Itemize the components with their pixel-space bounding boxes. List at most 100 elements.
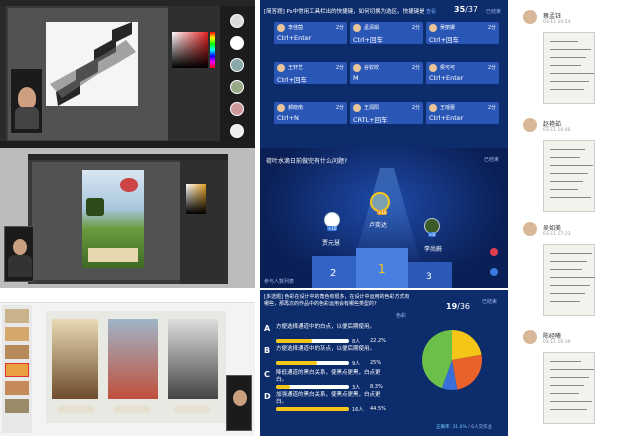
option-bar-fill [276, 361, 318, 365]
winner-first-name: 卢奕达 [369, 222, 388, 229]
homework-photo[interactable] [543, 140, 595, 212]
student-avatar [429, 64, 437, 72]
homework-photo[interactable] [543, 352, 595, 424]
answer-card[interactable]: 吴丽娜 2分 Ctrl+回车 [426, 22, 499, 44]
option-bar-fill [276, 407, 350, 411]
answer-card[interactable]: 侯可可 2分 Ctrl+Enter [426, 62, 499, 84]
option-letter: B [264, 346, 271, 355]
student-answer: Ctrl+回车 [429, 36, 460, 44]
status-ended: 已结束 [482, 299, 498, 305]
student-avatar [353, 104, 361, 112]
counter-done: 19 [446, 302, 458, 311]
student-points: 2分 [335, 105, 344, 111]
student-answer: Ctrl+Enter [429, 114, 464, 122]
submission-list: 蔡孟钰 03-11 20:54 赵艳茹 03-11 16:40 吴如美 03-11 17:… [515, 0, 640, 436]
winner-second-name: 贾元慧 [322, 240, 341, 247]
submission-item[interactable]: 蔡孟钰 03-11 20:54 [515, 10, 640, 114]
student-points: 2分 [411, 25, 420, 31]
avatar [523, 222, 537, 236]
student-name: 谷钦姣 [364, 65, 380, 71]
answer-card[interactable]: 王润阳 2分 CRTL+回车 [350, 102, 423, 124]
slide-canvas [46, 311, 226, 423]
student-answer: M [353, 74, 359, 82]
option-count: 3人 [352, 385, 361, 391]
poster-thumb-2 [108, 319, 158, 399]
participants-list-link[interactable]: 参与人数列表 [264, 278, 294, 285]
student-avatar [277, 24, 285, 32]
answer-card[interactable]: 王轩艺 2分 Ctrl+回车 [274, 62, 347, 84]
answer-card[interactable]: 谷钦姣 2分 M [350, 62, 423, 84]
participant-avatar[interactable] [230, 58, 244, 72]
submission-item[interactable]: 陈经曦 03-11 16:39 [515, 330, 640, 434]
question-text: 荷叶水滴日前做完有什么问题? [266, 158, 348, 165]
option-text: 加强通道的黑白关系，使黑点更黑，白点更白。 [276, 392, 381, 405]
student-name: 赵艳茹 [543, 121, 562, 128]
color-panel [180, 160, 228, 284]
poll-counter: 19/36 [446, 302, 471, 311]
student-points: 2分 [411, 105, 420, 111]
participant-avatar[interactable] [230, 102, 244, 116]
winner-first-points: +10 [377, 210, 388, 215]
winner-second-points: +10 [327, 226, 338, 231]
student-name: 陈经曦 [543, 333, 562, 340]
student-avatar [429, 104, 437, 112]
color-picker[interactable] [172, 32, 208, 68]
option-bar-fill [276, 339, 313, 343]
answer-card[interactable]: 孟清娟 2分 Ctrl+回车 [350, 22, 423, 44]
student-avatar [277, 104, 285, 112]
student-points: 2分 [335, 65, 344, 71]
student-points: 2分 [487, 25, 496, 31]
option-letter: C [264, 370, 270, 379]
question-header: [简答题] Ps中常用工具栏出的快捷键，如何切换为选区。快捷键是 ( ) [264, 9, 424, 15]
view-link[interactable]: 查看 [426, 8, 436, 15]
taskbar [0, 141, 255, 148]
webcam-thumbnail [10, 68, 43, 134]
counter-done: 35 [454, 5, 466, 14]
submission-item[interactable]: 赵艳茹 03-11 16:40 [515, 118, 640, 222]
student-name: 孟清娟 [364, 25, 380, 31]
submit-time: 03-11 17:33 [543, 232, 571, 237]
color-picker[interactable] [186, 184, 206, 214]
stairs-artwork [46, 22, 138, 106]
avatar [523, 118, 537, 132]
webcam-thumbnail [4, 226, 34, 282]
participant-avatar[interactable] [230, 80, 244, 94]
option-text: 方便选择通道中的灰点，以便后期使用。 [276, 346, 376, 352]
answer-card[interactable]: 王瑶蕾 2分 Ctrl+Enter [426, 102, 499, 124]
winner-third-name: 李尚蔚 [424, 246, 443, 253]
participant-avatar[interactable] [230, 36, 244, 50]
student-answer: Ctrl+N [277, 114, 299, 122]
side-icon[interactable] [490, 268, 498, 276]
student-avatar [277, 64, 285, 72]
pie-slice-A [452, 330, 482, 360]
place-1-label: 1 [378, 262, 386, 276]
participant-avatar[interactable] [230, 14, 244, 28]
poll-option: D 加强通道的黑白关系，使黑点更黑，白点更白。 16人 44.5% [264, 392, 392, 414]
poster-artwork [82, 170, 144, 268]
option-letter: A [264, 324, 271, 333]
student-name: 王轩艺 [288, 65, 304, 71]
place-2-label: 2 [330, 268, 337, 279]
submission-item[interactable]: 吴如美 03-11 17:33 [515, 222, 640, 326]
screen-share-photoshop-2 [0, 148, 255, 288]
answer-card[interactable]: 李佳茵 2分 Ctrl+Enter [274, 22, 347, 44]
student-points: 2分 [487, 105, 496, 111]
student-name: 王瑶蕾 [440, 105, 456, 111]
answer-card[interactable]: 郝晓南 2分 Ctrl+N [274, 102, 347, 124]
color-panel [168, 6, 220, 148]
student-name: 郝晓南 [288, 105, 304, 111]
photoshop-window [28, 154, 228, 284]
student-avatar [353, 64, 361, 72]
student-name: 蔡孟钰 [543, 13, 562, 20]
side-icon[interactable] [490, 248, 498, 256]
status-ended: 已结束 [484, 157, 500, 163]
homework-photo[interactable] [543, 32, 595, 104]
option-percent: 8.3% [370, 384, 383, 390]
hue-slider[interactable] [210, 32, 215, 68]
submit-time: 03-11 20:54 [543, 20, 571, 25]
option-count: 9人 [352, 361, 361, 367]
ribbon [0, 289, 255, 303]
homework-photo[interactable] [543, 244, 595, 316]
student-answer: Ctrl+回车 [277, 76, 308, 84]
participant-avatar[interactable] [230, 124, 244, 138]
